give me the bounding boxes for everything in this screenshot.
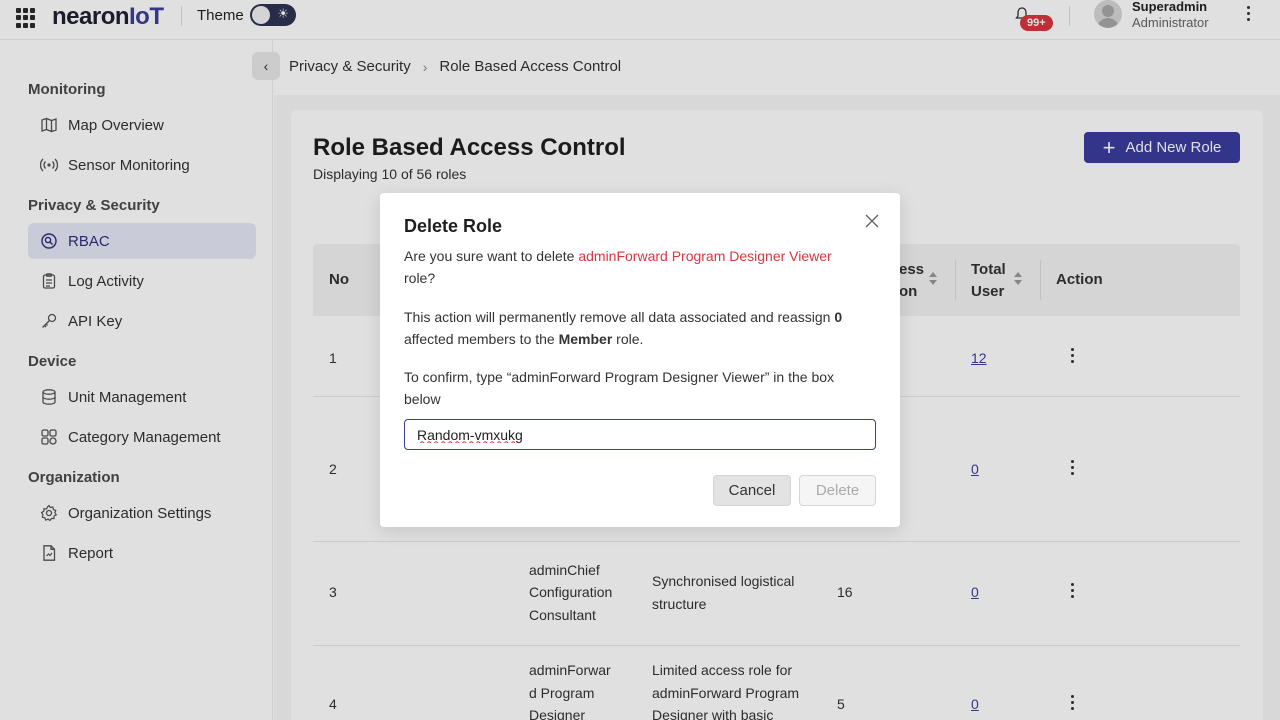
question-prefix: Are you sure want to delete [404,248,579,264]
role-name-highlight: adminForward Program Designer Viewer [578,248,832,264]
delete-role-dialog: Delete Role Are you sure want to delete … [380,193,900,527]
warning-suffix: role. [612,331,644,347]
affected-count: 0 [834,309,843,325]
dialog-title: Delete Role [404,216,503,236]
confirm-instruction: To confirm, type “adminForward Program D… [404,366,876,410]
dialog-question: Are you sure want to delete adminForward… [404,245,876,289]
delete-button[interactable]: Delete [799,475,876,506]
warning-middle: affected members to the [404,331,559,347]
confirm-instruction-line2: below [404,391,441,407]
confirm-instruction-line1: To confirm, type “adminForward Program D… [404,369,835,385]
cancel-button[interactable]: Cancel [713,475,791,506]
close-icon[interactable] [864,213,880,229]
fallback-role: Member [558,331,613,347]
warning-prefix: This action will permanently remove all … [404,309,835,325]
confirm-role-name-input[interactable] [404,419,876,450]
dialog-warning: This action will permanently remove all … [404,306,876,350]
question-suffix: role? [404,270,436,286]
